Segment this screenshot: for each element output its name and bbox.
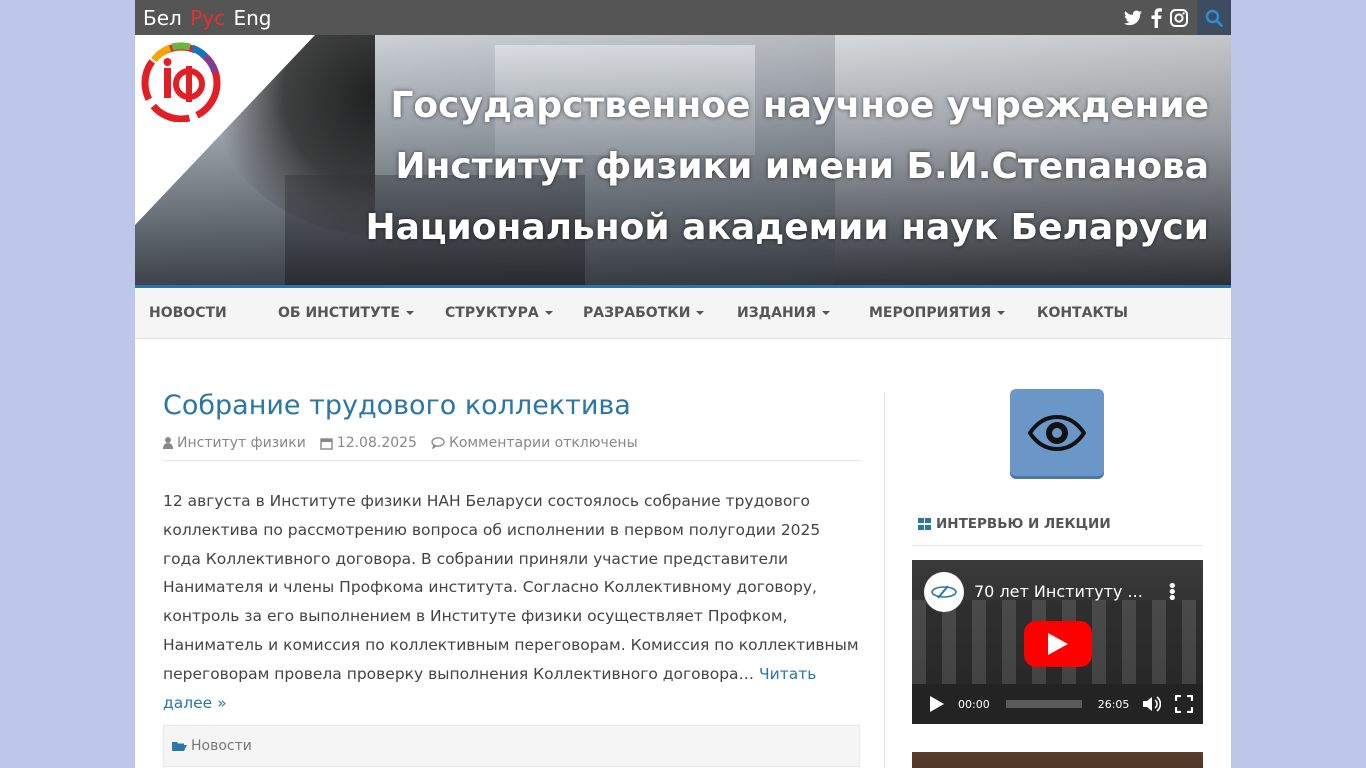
time-total: 26:05 (1097, 697, 1130, 711)
nav-item-label: ИЗДАНИЯ (737, 305, 817, 321)
nav-item-label: СТРУКТУРА (445, 305, 539, 321)
video-player[interactable]: 70 лет Институту ... • • • 00:00 26:05 (912, 560, 1203, 724)
nav-item-publications[interactable]: ИЗДАНИЯ (723, 288, 831, 338)
category-link[interactable]: Новости (191, 738, 252, 754)
lang-eng-link[interactable]: Eng (233, 6, 271, 30)
comments-text: Комментарии отключены (448, 435, 638, 451)
banner-title-line: Государственное научное учреждение (390, 85, 1209, 126)
instagram-icon[interactable] (1169, 8, 1189, 28)
post-meta: Институт физики 12.08.2025 Комментарии о… (163, 435, 860, 461)
comment-icon (431, 437, 445, 449)
caret-down-icon (544, 311, 553, 315)
post-excerpt: 12 августа в Институте физики НАН Белару… (163, 487, 860, 717)
main-navigation: НОВОСТИ ОБ ИНСТИТУТЕ СТРУКТУРА РАЗРАБОТК… (135, 285, 1231, 339)
nav-item-events[interactable]: МЕРОПРИЯТИЯ (855, 288, 1006, 338)
widget-title: ИНТЕРВЬЮ И ЛЕКЦИИ (912, 516, 1203, 546)
accessibility-button[interactable] (1010, 389, 1104, 476)
folder-open-icon (172, 740, 187, 752)
search-button[interactable] (1197, 0, 1231, 35)
header-banner[interactable]: Государственное научное учреждение Инсти… (135, 35, 1231, 285)
nav-item-label: РАЗРАБОТКИ (583, 305, 691, 321)
post-title[interactable]: Собрание трудового коллектива (163, 390, 860, 421)
caret-down-icon (696, 311, 705, 315)
caret-down-icon (405, 311, 414, 315)
nav-item-label: МЕРОПРИЯТИЯ (869, 305, 992, 321)
nav-item-developments[interactable]: РАЗРАБОТКИ (569, 288, 705, 338)
more-options-icon[interactable]: • • • (1167, 578, 1178, 608)
author-name: Институт физики (177, 435, 306, 451)
post-categories: Новости (163, 725, 860, 768)
nav-item-label: КОНТАКТЫ (1037, 305, 1128, 321)
video-player[interactable] (912, 752, 1203, 768)
post-author[interactable]: Институт физики (163, 435, 306, 451)
nav-item-about[interactable]: ОБ ИНСТИТУТЕ (264, 288, 414, 338)
date-text: 12.08.2025 (336, 435, 417, 451)
post: Собрание трудового коллектива Институт ф… (163, 390, 860, 768)
caret-down-icon (997, 311, 1006, 315)
banner-title-line: Институт физики имени Б.И.Степанова (395, 146, 1209, 187)
lang-bel-link[interactable]: Бел (143, 6, 182, 30)
video-title[interactable]: 70 лет Институту ... (974, 582, 1144, 601)
caret-down-icon (822, 311, 831, 315)
post-comments: Комментарии отключены (431, 435, 638, 451)
progress-bar[interactable] (1005, 700, 1082, 708)
eye-icon (1028, 414, 1086, 451)
user-icon (163, 437, 173, 449)
nav-item-label: НОВОСТИ (149, 305, 227, 321)
excerpt-text: 12 августа в Институте физики НАН Белару… (163, 492, 859, 683)
video-controls: 00:00 26:05 (912, 684, 1203, 724)
social-links (1120, 0, 1231, 35)
time-current: 00:00 (958, 697, 990, 711)
play-button-icon[interactable] (930, 696, 944, 712)
content-divider (884, 392, 885, 768)
banner-title-line: Национальной академии наук Беларуси (365, 207, 1209, 248)
nav-item-structure[interactable]: СТРУКТУРА (431, 288, 553, 338)
nav-item-contacts[interactable]: КОНТАКТЫ (1023, 288, 1128, 338)
post-date[interactable]: 12.08.2025 (320, 435, 417, 451)
language-switcher: Бел Рус Eng (143, 6, 273, 30)
sidebar: ИНТЕРВЬЮ И ЛЕКЦИИ 70 лет Институту ... •… (912, 389, 1203, 768)
widget-title-text: ИНТЕРВЬЮ И ЛЕКЦИИ (936, 516, 1111, 532)
fullscreen-icon[interactable] (1175, 695, 1194, 713)
play-icon[interactable] (1024, 621, 1092, 667)
page: Бел Рус Eng Государственное научное учре… (135, 0, 1231, 768)
th-large-icon (918, 518, 931, 530)
facebook-icon[interactable] (1146, 7, 1166, 28)
top-bar: Бел Рус Eng (135, 0, 1231, 35)
channel-avatar[interactable] (924, 572, 964, 612)
search-icon (1205, 9, 1223, 27)
banner-title: Государственное научное учреждение Инсти… (365, 75, 1209, 258)
twitter-icon[interactable] (1123, 8, 1143, 28)
calendar-icon (320, 437, 333, 450)
nav-item-label: ОБ ИНСТИТУТЕ (278, 305, 400, 321)
nav-item-news[interactable]: НОВОСТИ (135, 288, 227, 338)
lang-rus-link[interactable]: Рус (190, 6, 225, 30)
institute-logo[interactable] (140, 40, 222, 122)
volume-icon[interactable] (1143, 696, 1162, 712)
